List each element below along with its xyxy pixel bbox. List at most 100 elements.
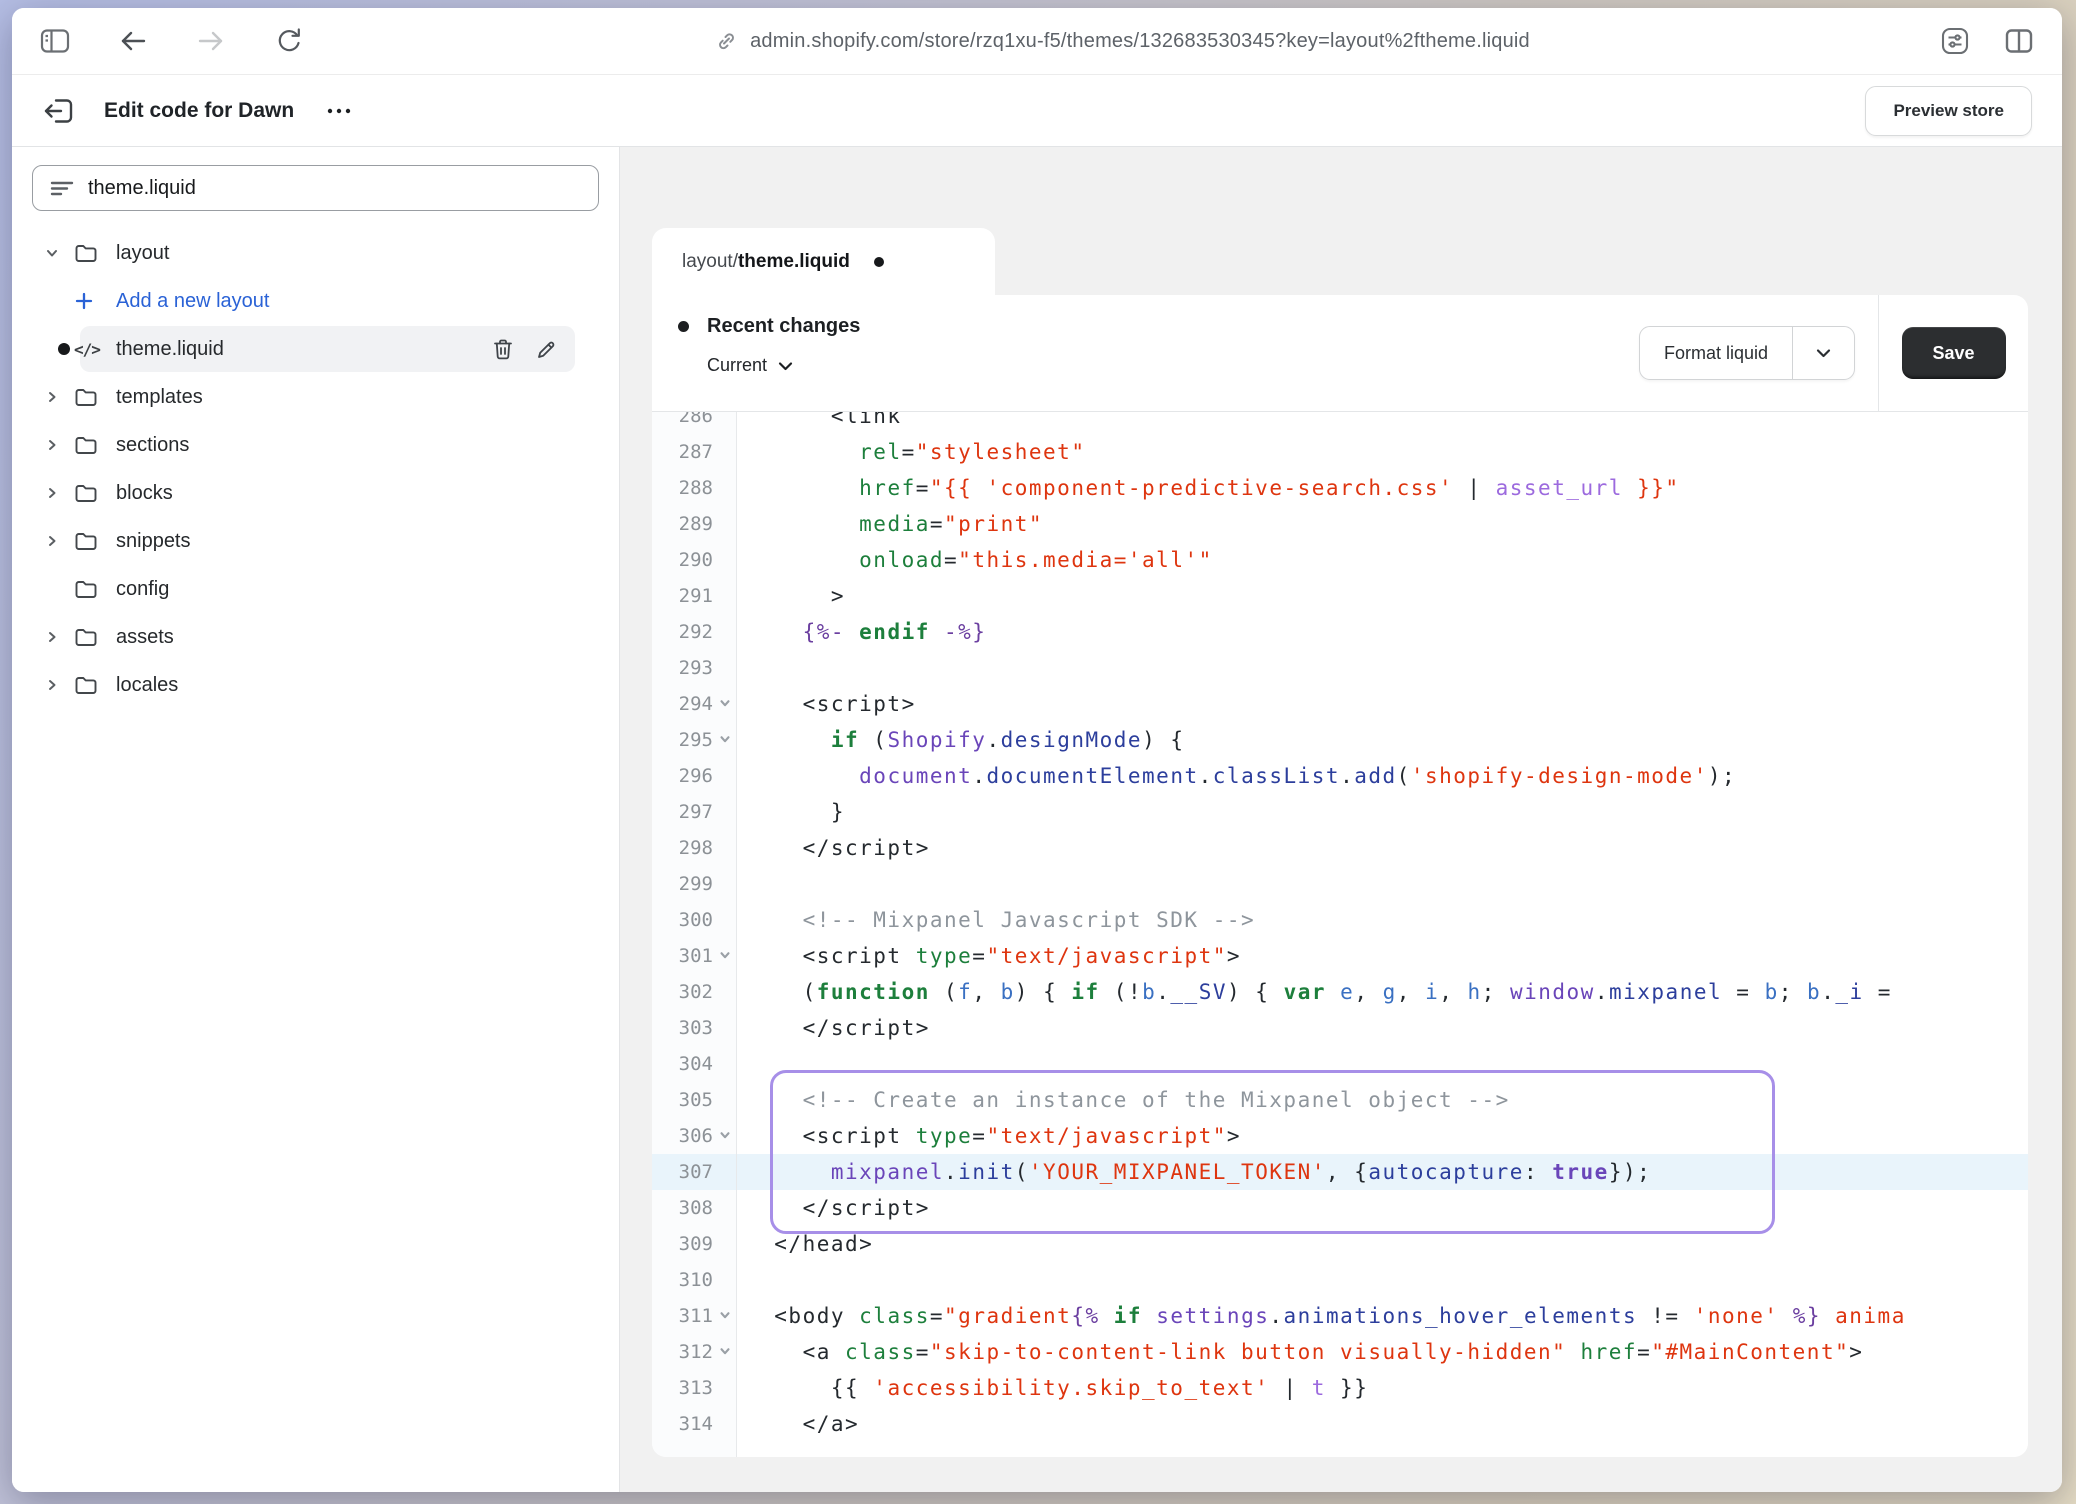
- save-button[interactable]: Save: [1902, 327, 2006, 379]
- fold-chevron-icon[interactable]: [718, 1308, 734, 1324]
- code-line-312[interactable]: 312 <a class="skip-to-content-link butto…: [652, 1334, 2028, 1370]
- page-title: Edit code for Dawn: [104, 99, 294, 123]
- sidebar-item-snippets[interactable]: snippets: [32, 517, 599, 565]
- tab-dir-label: layout/: [682, 251, 738, 273]
- chevron-down-icon: [778, 361, 793, 371]
- code-line-291[interactable]: 291 >: [652, 578, 2028, 614]
- code-line-309[interactable]: 309 </head>: [652, 1226, 2028, 1262]
- preview-store-button[interactable]: Preview store: [1865, 86, 2032, 136]
- code-line-305[interactable]: 305 <!-- Create an instance of the Mixpa…: [652, 1082, 2028, 1118]
- split-view-icon[interactable]: [2002, 26, 2036, 56]
- code-line-293[interactable]: 293: [652, 650, 2028, 686]
- code-line-299[interactable]: 299: [652, 866, 2028, 902]
- code-line-306[interactable]: 306 <script type="text/javascript">: [652, 1118, 2028, 1154]
- chevron-down-icon[interactable]: [44, 245, 74, 261]
- exit-editor-icon[interactable]: [42, 96, 76, 126]
- code-line-307[interactable]: 307 mixpanel.init('YOUR_MIXPANEL_TOKEN',…: [652, 1154, 2028, 1190]
- code-line-311[interactable]: 311 <body class="gradient{% if settings.…: [652, 1298, 2028, 1334]
- code-line-310[interactable]: 310: [652, 1262, 2028, 1298]
- recent-changes-title: Recent changes: [707, 315, 860, 338]
- chevron-right-icon[interactable]: [44, 437, 74, 453]
- code-line-300[interactable]: 300 <!-- Mixpanel Javascript SDK -->: [652, 902, 2028, 938]
- folder-icon: [74, 627, 116, 648]
- code-line-303[interactable]: 303 </script>: [652, 1010, 2028, 1046]
- forward-icon[interactable]: [194, 26, 228, 56]
- tab-theme-liquid[interactable]: layout/theme.liquid: [652, 228, 995, 295]
- sidebar-item-config[interactable]: config: [32, 565, 599, 613]
- code-line-313[interactable]: 313 {{ 'accessibility.skip_to_text' | t …: [652, 1370, 2028, 1406]
- url-text: admin.shopify.com/store/rzq1xu-f5/themes…: [750, 30, 1530, 53]
- tab-file-label: theme.liquid: [738, 251, 850, 273]
- line-number: 297: [652, 801, 736, 823]
- reload-icon[interactable]: [272, 26, 306, 56]
- code-line-294[interactable]: 294 <script>: [652, 686, 2028, 722]
- sidebar-item-assets[interactable]: assets: [32, 613, 599, 661]
- chevron-right-icon[interactable]: [44, 629, 74, 645]
- version-dropdown[interactable]: Current: [707, 355, 860, 376]
- format-options-caret[interactable]: [1792, 327, 1854, 379]
- code-text: <!-- Mixpanel Javascript SDK -->: [736, 902, 1255, 938]
- code-line-287[interactable]: 287 rel="stylesheet": [652, 434, 2028, 470]
- code-line-297[interactable]: 297 }: [652, 794, 2028, 830]
- unsaved-dot: [58, 343, 70, 355]
- search-input[interactable]: [88, 177, 581, 200]
- chevron-right-icon[interactable]: [44, 533, 74, 549]
- browser-toolbar: admin.shopify.com/store/rzq1xu-f5/themes…: [12, 8, 2062, 75]
- code-text: mixpanel.init('YOUR_MIXPANEL_TOKEN', {au…: [736, 1154, 1651, 1190]
- sidebar-item-layout[interactable]: layout: [32, 229, 599, 277]
- app-header: Edit code for Dawn Preview store: [12, 75, 2062, 147]
- code-line-286[interactable]: 286 <link: [652, 412, 2028, 434]
- line-number: 289: [652, 513, 736, 535]
- page-settings-icon[interactable]: [1938, 26, 1972, 56]
- chevron-right-icon[interactable]: [44, 389, 74, 405]
- code-text: <script>: [736, 686, 916, 722]
- delete-file-icon[interactable]: [491, 337, 515, 361]
- fold-chevron-icon[interactable]: [718, 948, 734, 964]
- code-line-314[interactable]: 314 </a>: [652, 1406, 2028, 1442]
- folder-icon: [74, 435, 116, 456]
- sidebar-item-templates[interactable]: templates: [32, 373, 599, 421]
- line-number: 298: [652, 837, 736, 859]
- code-area[interactable]: 286 <link287 rel="stylesheet"288 href="{…: [652, 412, 2028, 1457]
- line-number: 309: [652, 1233, 736, 1255]
- sidebar-item-theme-liquid[interactable]: </>theme.liquid: [32, 325, 599, 373]
- code-line-298[interactable]: 298 </script>: [652, 830, 2028, 866]
- sidebar-item-label: snippets: [116, 530, 191, 553]
- fold-chevron-icon[interactable]: [718, 1128, 734, 1144]
- code-file-icon: </>: [74, 340, 116, 359]
- code-line-296[interactable]: 296 document.documentElement.classList.a…: [652, 758, 2028, 794]
- code-text: <!-- Create an instance of the Mixpanel …: [736, 1082, 1510, 1118]
- fold-chevron-icon[interactable]: [718, 696, 734, 712]
- sidebar-item-add-new-layout[interactable]: Add a new layout: [32, 277, 599, 325]
- line-number: 308: [652, 1197, 736, 1219]
- back-icon[interactable]: [116, 26, 150, 56]
- code-line-301[interactable]: 301 <script type="text/javascript">: [652, 938, 2028, 974]
- chevron-right-icon[interactable]: [44, 677, 74, 693]
- sidebar-item-locales[interactable]: locales: [32, 661, 599, 709]
- sidebar-item-blocks[interactable]: blocks: [32, 469, 599, 517]
- fold-chevron-icon[interactable]: [718, 732, 734, 748]
- chevron-right-icon[interactable]: [44, 485, 74, 501]
- code-text: document.documentElement.classList.add('…: [736, 758, 1736, 794]
- code-line-304[interactable]: 304: [652, 1046, 2028, 1082]
- code-line-290[interactable]: 290 onload="this.media='all'": [652, 542, 2028, 578]
- rename-file-icon[interactable]: [535, 337, 559, 361]
- code-line-292[interactable]: 292 {%- endif -%}: [652, 614, 2028, 650]
- code-text: {%- endif -%}: [736, 614, 986, 650]
- sidebar-toggle-icon[interactable]: [38, 26, 72, 56]
- fold-chevron-icon[interactable]: [718, 1344, 734, 1360]
- line-number: 292: [652, 621, 736, 643]
- code-line-302[interactable]: 302 (function (f, b) { if (!b.__SV) { va…: [652, 974, 2028, 1010]
- more-actions-icon[interactable]: [322, 96, 356, 126]
- code-line-295[interactable]: 295 if (Shopify.designMode) {: [652, 722, 2028, 758]
- code-line-308[interactable]: 308 </script>: [652, 1190, 2028, 1226]
- format-liquid-button[interactable]: Format liquid: [1639, 326, 1855, 380]
- sidebar-item-sections[interactable]: sections: [32, 421, 599, 469]
- code-line-288[interactable]: 288 href="{{ 'component-predictive-searc…: [652, 470, 2028, 506]
- sidebar-item-label: theme.liquid: [116, 338, 224, 361]
- code-line-289[interactable]: 289 media="print": [652, 506, 2028, 542]
- folder-icon: [74, 531, 116, 552]
- file-search[interactable]: [32, 165, 599, 211]
- address-bar[interactable]: admin.shopify.com/store/rzq1xu-f5/themes…: [306, 29, 1938, 53]
- line-number: 310: [652, 1269, 736, 1291]
